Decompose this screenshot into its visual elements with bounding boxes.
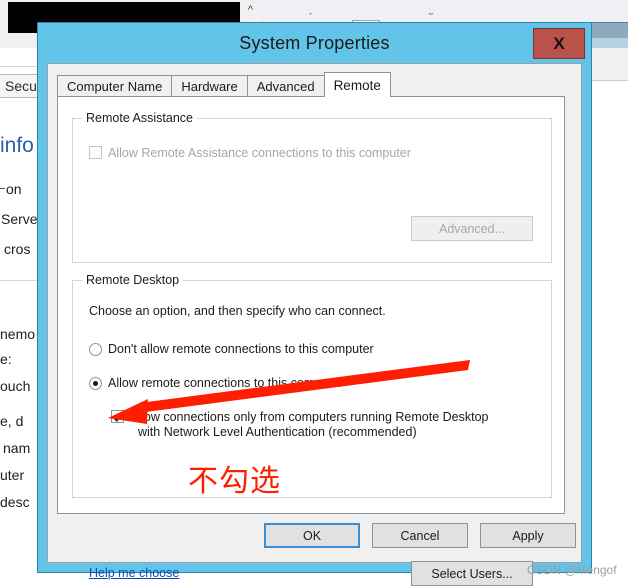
close-icon[interactable]: X <box>533 28 585 59</box>
radio-allow-row[interactable]: Allow remote connections to this compute… <box>89 376 343 390</box>
tab-bar: Computer Name Hardware Advanced Remote <box>57 72 391 97</box>
remote-assistance-group-title: Remote Assistance <box>82 111 197 125</box>
tab-remote[interactable]: Remote <box>323 72 391 97</box>
select-users-button[interactable]: Select Users... <box>411 561 533 586</box>
nla-checkbox-row[interactable]: Allow connections only from computers ru… <box>111 410 531 440</box>
advanced-button[interactable]: Advanced... <box>411 216 533 241</box>
background-line-2: Serve <box>1 211 38 227</box>
background-dash-left <box>0 188 5 189</box>
apply-button[interactable]: Apply <box>480 523 576 548</box>
radio-icon[interactable] <box>89 342 102 356</box>
background-line-1: on <box>6 181 22 197</box>
background-line-4: nemo <box>0 326 36 342</box>
dialog-title: System Properties <box>239 32 390 53</box>
nla-label-line-1: Allow connections only from computers ru… <box>130 410 489 424</box>
background-line-6: ouch <box>0 378 31 394</box>
nla-label-line-2: with Network Level Authentication (recom… <box>138 425 417 439</box>
background-line-10: desc <box>0 494 30 510</box>
background-line-5: e: <box>0 351 12 367</box>
background-line-3: cros <box>4 241 31 257</box>
background-secure-label: Secu <box>5 78 37 94</box>
background-heading: info <box>0 134 34 157</box>
tab-advanced[interactable]: Advanced <box>246 75 325 96</box>
checkbox-icon[interactable] <box>111 410 124 423</box>
background-clipped-text: y . g <box>261 13 628 21</box>
remote-desktop-group: Remote Desktop Choose an option, and the… <box>72 273 552 586</box>
dialog-titlebar[interactable]: System Properties X <box>38 23 591 63</box>
radio-allow-label: Allow remote connections to this compute… <box>108 376 343 390</box>
tab-hardware[interactable]: Hardware <box>171 75 248 96</box>
checkbox-icon[interactable] <box>89 146 102 159</box>
radio-dont-allow-row[interactable]: Don't allow remote connections to this c… <box>89 342 374 356</box>
allow-remote-assistance-label: Allow Remote Assistance connections to t… <box>108 146 411 160</box>
scroll-up-icon[interactable]: ^ <box>240 0 261 21</box>
annotation-chinese-note: 不勾选 <box>188 464 281 499</box>
radio-dont-allow-label: Don't allow remote connections to this c… <box>108 342 374 356</box>
background-line-7: e, d <box>0 413 24 429</box>
allow-remote-assistance-checkbox-row[interactable]: Allow Remote Assistance connections to t… <box>89 146 411 161</box>
nla-checkbox-label: Allow connections only from computers ru… <box>130 410 489 440</box>
help-me-choose-link[interactable]: Help me choose <box>89 566 179 580</box>
background-line-9: uter <box>0 467 25 483</box>
radio-icon[interactable] <box>89 376 102 390</box>
screen: ^ y . g Secu info on Serve cros nemo e: … <box>0 0 628 588</box>
remote-assistance-group: Remote Assistance Allow Remote Assistanc… <box>72 111 552 263</box>
ok-button[interactable]: OK <box>264 523 360 548</box>
tab-computer-name[interactable]: Computer Name <box>57 75 173 96</box>
cancel-button[interactable]: Cancel <box>372 523 468 548</box>
background-line-8: nam <box>3 440 31 456</box>
remote-desktop-description: Choose an option, and then specify who c… <box>89 304 386 318</box>
system-properties-dialog: System Properties X Computer Name Hardwa… <box>37 22 592 586</box>
tab-panel-remote: Remote Assistance Allow Remote Assistanc… <box>57 96 565 586</box>
watermark: CSDN @Mengof <box>527 563 617 577</box>
remote-desktop-group-title: Remote Desktop <box>82 273 184 287</box>
dialog-body: Computer Name Hardware Advanced Remote R… <box>47 63 582 586</box>
